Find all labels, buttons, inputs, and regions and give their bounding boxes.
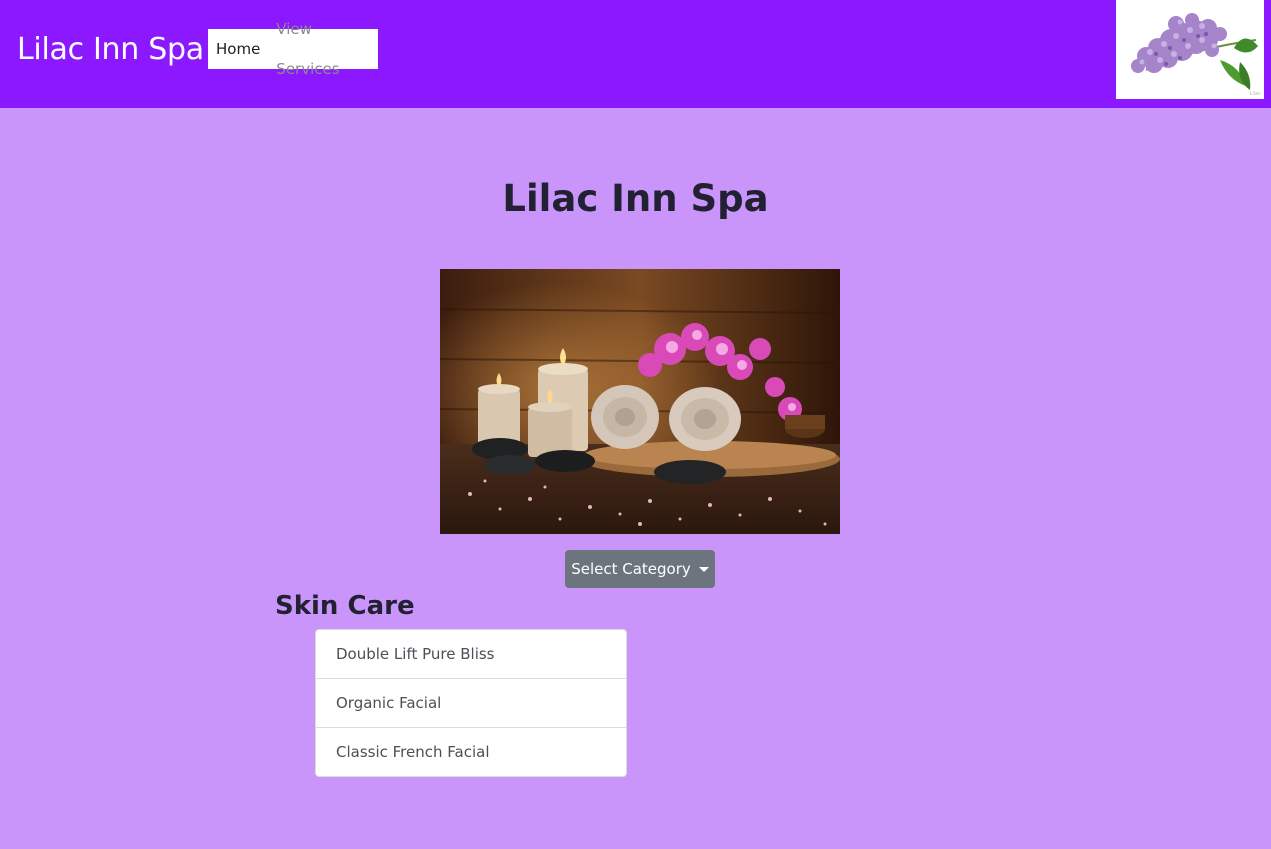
navbar: Lilac Inn Spa Home View Services Lilac bbox=[0, 0, 1271, 108]
nav-link-view-services[interactable]: View Services bbox=[268, 9, 378, 89]
caret-down-icon bbox=[698, 566, 709, 572]
page-title: Lilac Inn Spa bbox=[502, 177, 769, 220]
service-item-classic-french-facial[interactable]: Classic French Facial bbox=[316, 728, 626, 776]
logo-caption: Lilac bbox=[1249, 91, 1261, 97]
select-category-label: Select Category bbox=[571, 560, 691, 578]
lilac-logo-image: Lilac bbox=[1116, 0, 1264, 99]
spa-hero-image bbox=[440, 269, 840, 534]
services-list: Double Lift Pure Bliss Organic Facial Cl… bbox=[315, 629, 627, 777]
spa-candles-towels-orchids-icon bbox=[440, 269, 840, 534]
service-item-organic-facial[interactable]: Organic Facial bbox=[316, 679, 626, 728]
lilac-flower-icon bbox=[1116, 0, 1264, 99]
navbar-brand[interactable]: Lilac Inn Spa bbox=[17, 30, 204, 70]
nav-links: Home View Services bbox=[208, 20, 378, 78]
nav-link-home[interactable]: Home bbox=[208, 29, 268, 69]
section-title: Skin Care bbox=[275, 591, 415, 621]
service-item-double-lift-pure-bliss[interactable]: Double Lift Pure Bliss bbox=[316, 630, 626, 679]
select-category-dropdown[interactable]: Select Category bbox=[565, 550, 715, 588]
